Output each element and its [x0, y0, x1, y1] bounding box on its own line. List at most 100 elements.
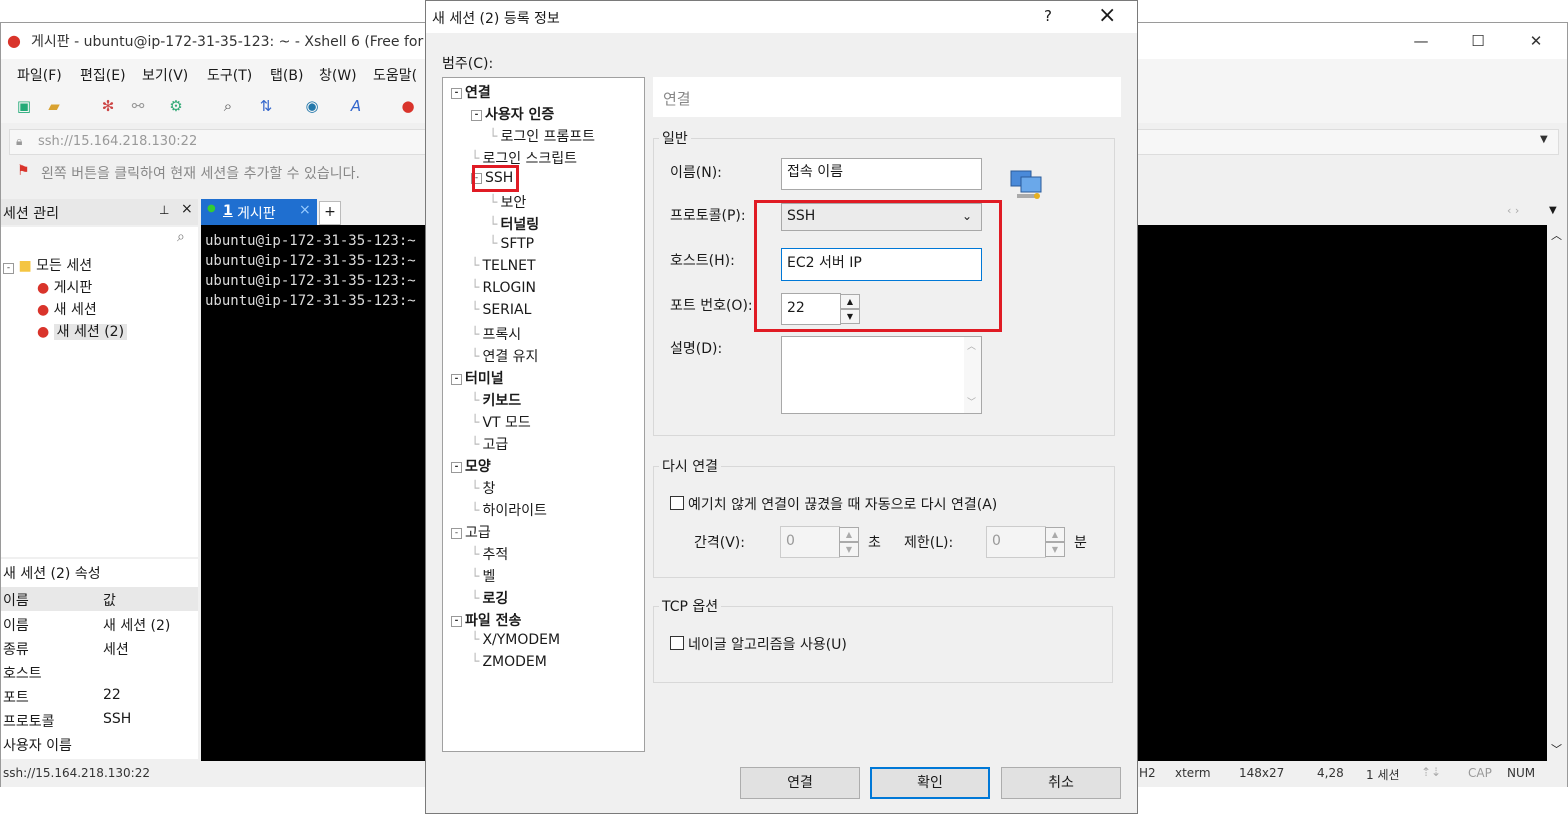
category-item[interactable]: └ 벨 [471, 566, 495, 586]
limit-spin-up[interactable]: ▲ [1045, 527, 1065, 542]
column-header: 이름 [3, 593, 29, 609]
cancel-button[interactable]: 취소 [1001, 767, 1121, 799]
help-button[interactable]: ? [1044, 7, 1052, 25]
transfer-icon[interactable]: ⇅ [257, 97, 275, 115]
ok-button[interactable]: 확인 [870, 767, 990, 799]
collapse-icon[interactable]: - [451, 615, 462, 627]
category-item[interactable]: └ VT 모드 [471, 412, 531, 432]
textarea-scrollbar[interactable]: ︿ ﹀ [964, 337, 981, 413]
search-icon[interactable]: ⌕ [177, 229, 185, 245]
scroll-down-icon[interactable]: ﹀ [967, 395, 976, 408]
tab-number: 1 [223, 203, 233, 219]
interval-spin-up[interactable]: ▲ [839, 527, 859, 542]
new-tab-button[interactable]: + [319, 201, 341, 225]
tab-scroll-left-icon[interactable]: ‹ › [1507, 204, 1519, 217]
category-item[interactable]: - 사용자 인증 [471, 104, 554, 124]
category-item[interactable]: └ TELNET [471, 258, 536, 274]
category-item[interactable]: - 고급 [451, 522, 491, 542]
limit-spin-down[interactable]: ▼ [1045, 542, 1065, 557]
globe-icon[interactable]: ◉ [303, 97, 321, 115]
tab-session[interactable]: ● 1 게시판 × [201, 199, 317, 225]
category-item[interactable]: - 모양 [451, 456, 491, 476]
menu-edit[interactable]: 편집(E) [80, 65, 126, 85]
terminal-scrollbar[interactable]: ︿ ﹀ [1547, 225, 1567, 761]
category-item-label: 연결 유지 [482, 349, 539, 365]
nagle-checkbox[interactable] [670, 636, 684, 650]
find-icon[interactable]: ⌕ [219, 97, 237, 115]
disconnect-icon[interactable]: ⚯ [129, 97, 147, 115]
category-item[interactable]: └ SFTP [489, 236, 534, 252]
category-item[interactable]: └ 프록시 [471, 324, 521, 344]
category-item[interactable]: └ 로깅 [471, 588, 508, 608]
dialog-close-button[interactable]: × [1098, 3, 1116, 28]
status-size: 148x27 [1239, 766, 1285, 780]
collapse-icon[interactable]: - [451, 87, 462, 99]
auto-reconnect-checkbox[interactable] [670, 496, 684, 510]
properties-icon[interactable]: ⚙ [167, 97, 185, 115]
category-item[interactable]: └ 추적 [471, 544, 508, 564]
category-item[interactable]: └ 하이라이트 [471, 500, 547, 520]
menu-window[interactable]: 창(W) [319, 65, 357, 85]
collapse-icon[interactable]: - [451, 373, 462, 385]
category-item[interactable]: └ ZMODEM [471, 654, 547, 670]
tab-menu-icon[interactable]: ▼ [1549, 205, 1557, 216]
collapse-icon[interactable]: - [451, 527, 462, 539]
session-search-input[interactable]: ⌕ [1, 227, 198, 252]
tree-item-all-sessions[interactable]: - ■ 모든 세션 [3, 255, 92, 275]
menu-help[interactable]: 도움말( [373, 65, 417, 85]
connect-button[interactable]: 연결 [740, 767, 860, 799]
interval-input[interactable]: 0 [780, 526, 840, 558]
maximize-button[interactable]: ☐ [1458, 27, 1498, 55]
tree-item-session[interactable]: ● 게시판 [37, 277, 92, 297]
pin-icon[interactable]: ⊥ [159, 203, 169, 217]
chevron-down-icon[interactable]: ▼ [1540, 134, 1548, 145]
collapse-icon[interactable]: - [3, 263, 14, 274]
category-item-label: SFTP [500, 236, 535, 252]
open-folder-icon[interactable]: ▰ [45, 97, 63, 115]
category-item-label: 하이라이트 [482, 503, 547, 519]
reconnect-icon[interactable]: ✻ [99, 97, 117, 115]
category-item[interactable]: - 연결 [451, 82, 491, 102]
category-item[interactable]: - 파일 전송 [451, 610, 521, 630]
auto-reconnect-label[interactable]: 예기치 않게 연결이 끊겼을 때 자동으로 다시 연결(A) [688, 494, 997, 514]
category-item[interactable]: └ X/YMODEM [471, 632, 560, 648]
xshell-icon[interactable]: ● [399, 97, 417, 115]
limit-input[interactable]: 0 [986, 526, 1046, 558]
name-input[interactable]: 접속 이름 [781, 158, 982, 190]
category-item[interactable]: └ 로그인 프롬프트 [489, 126, 595, 146]
panel-close-icon[interactable]: × [181, 201, 193, 217]
category-item[interactable]: └ 키보드 [471, 390, 521, 410]
tree-item-session[interactable]: ● 새 세션 [37, 299, 97, 319]
category-item[interactable]: └ RLOGIN [471, 280, 536, 296]
category-item[interactable]: - 터미널 [451, 368, 504, 388]
close-button[interactable]: ✕ [1516, 27, 1556, 55]
network-computer-icon [1005, 163, 1045, 203]
category-item[interactable]: └ 고급 [471, 434, 508, 454]
interval-spin-down[interactable]: ▼ [839, 542, 859, 557]
category-item-label: ZMODEM [482, 654, 547, 670]
menu-view[interactable]: 보기(V) [142, 65, 188, 85]
scroll-down-icon[interactable]: ﹀ [1551, 741, 1562, 757]
status-num: NUM [1507, 766, 1536, 780]
scroll-up-icon[interactable]: ︿ [1551, 227, 1562, 243]
category-item[interactable]: └ 연결 유지 [471, 346, 538, 366]
category-item[interactable]: └ 보안 [489, 192, 526, 212]
ssh-highlight-box [472, 165, 519, 192]
menu-tools[interactable]: 도구(T) [207, 65, 252, 85]
tab-close-icon[interactable]: × [299, 202, 311, 218]
collapse-icon[interactable]: - [451, 461, 462, 473]
collapse-icon[interactable]: - [471, 109, 482, 121]
tree-item-session-selected[interactable]: ● 새 세션 (2) [37, 321, 128, 341]
prop-value: 세션 [103, 642, 129, 658]
menu-file[interactable]: 파일(F) [17, 65, 62, 85]
scroll-up-icon[interactable]: ︿ [967, 339, 976, 352]
category-item[interactable]: └ SERIAL [471, 302, 531, 318]
nagle-label[interactable]: 네이글 알고리즘을 사용(U) [688, 634, 847, 654]
category-item[interactable]: └ 터널링 [489, 214, 539, 234]
minimize-button[interactable]: — [1401, 27, 1441, 55]
category-item[interactable]: └ 창 [471, 478, 495, 498]
new-session-icon[interactable]: ▣ [15, 97, 33, 115]
font-icon[interactable]: A [347, 97, 365, 115]
menu-tab[interactable]: 탭(B) [270, 65, 303, 85]
description-textarea[interactable]: ︿ ﹀ [781, 336, 982, 414]
